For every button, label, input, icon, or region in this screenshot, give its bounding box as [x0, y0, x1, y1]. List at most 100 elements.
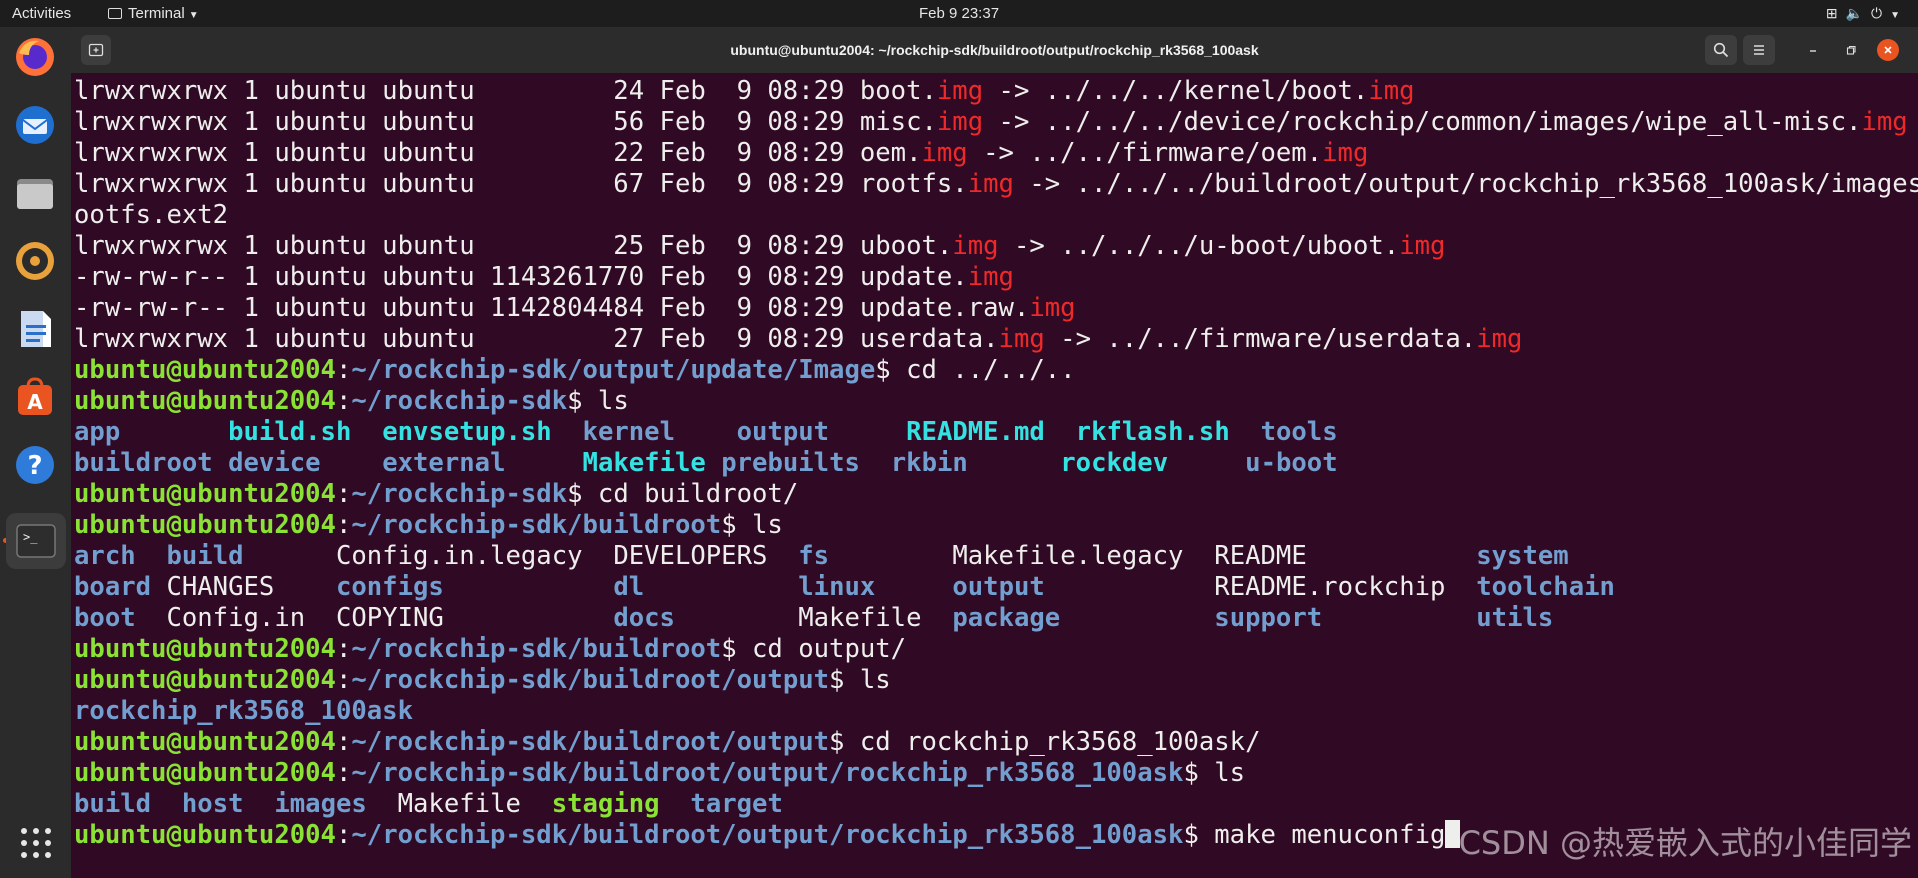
- terminal-text: ubuntu@ubuntu2004: [74, 820, 336, 850]
- terminal-line: lrwxrwxrwx 1 ubuntu ubuntu 25 Feb 9 08:2…: [74, 231, 1918, 262]
- terminal-text: buildroot: [74, 448, 213, 478]
- terminal-text: img: [1322, 138, 1369, 168]
- software-icon[interactable]: A: [11, 373, 59, 421]
- firefox-icon[interactable]: [11, 33, 59, 81]
- terminal-text: $ make menuconfig: [1183, 820, 1446, 850]
- terminal-text: build: [166, 541, 244, 571]
- terminal-text: Config.in.legacy DEVELOPERS: [243, 541, 799, 571]
- terminal-text: ~/rockchip-sdk/buildroot/output/rockchip…: [351, 820, 1184, 850]
- activities-button[interactable]: Activities: [12, 0, 71, 27]
- terminal-text: ubuntu@ubuntu2004: [74, 634, 336, 664]
- terminal-line: lrwxrwxrwx 1 ubuntu ubuntu 22 Feb 9 08:2…: [74, 138, 1918, 169]
- terminal-view[interactable]: lrwxrwxrwx 1 ubuntu ubuntu 24 Feb 9 08:2…: [71, 73, 1918, 878]
- new-tab-button[interactable]: [81, 35, 111, 65]
- terminal-line: lrwxrwxrwx 1 ubuntu ubuntu 67 Feb 9 08:2…: [74, 169, 1918, 200]
- terminal-text: :: [335, 758, 352, 788]
- terminal-small-icon: [108, 8, 122, 19]
- terminal-text: kernel: [582, 417, 675, 447]
- files-icon[interactable]: [11, 169, 59, 217]
- terminal-line: arch build Config.in.legacy DEVELOPERS f…: [74, 541, 1918, 572]
- terminal-text: ubuntu@ubuntu2004: [74, 479, 336, 509]
- terminal-text: -> ../../../kernel/boot.: [983, 76, 1369, 106]
- terminal-text: configs: [335, 572, 444, 602]
- terminal-text: lrwxrwxrwx 1 ubuntu ubuntu 24 Feb 9 08:2…: [74, 76, 937, 106]
- terminal-text: img: [967, 262, 1014, 292]
- terminal-text: lrwxrwxrwx 1 ubuntu ubuntu 22 Feb 9 08:2…: [74, 138, 922, 168]
- app-menu-label: Terminal: [128, 5, 185, 22]
- terminal-line: -rw-rw-r-- 1 ubuntu ubuntu 1143261770 Fe…: [74, 262, 1918, 293]
- app-menu[interactable]: Terminal ▼: [108, 0, 199, 27]
- clock[interactable]: Feb 9 23:37: [919, 5, 999, 22]
- terminal-text: utils: [1476, 603, 1554, 633]
- restore-button[interactable]: [1835, 35, 1867, 65]
- system-menu[interactable]: ⊞🔈⏻▼: [1826, 0, 1908, 27]
- terminal-text: :: [335, 820, 352, 850]
- terminal-text: ubuntu@ubuntu2004: [74, 665, 336, 695]
- terminal-line: buildroot device external Makefile prebu…: [74, 448, 1918, 479]
- terminal-text: img: [1861, 107, 1908, 137]
- close-icon: [1884, 46, 1892, 54]
- chevron-down-icon: ▼: [188, 10, 199, 21]
- terminal-output: lrwxrwxrwx 1 ubuntu ubuntu 24 Feb 9 08:2…: [74, 76, 1918, 851]
- terminal-text: :: [335, 479, 352, 509]
- terminal-text: -> ../../../u-boot/uboot.: [998, 231, 1400, 261]
- close-button[interactable]: [1877, 39, 1899, 61]
- terminal-text: ubuntu@ubuntu2004: [74, 510, 336, 540]
- terminal-text: -> ../../firmware/userdata.: [1044, 324, 1477, 354]
- volume-icon: 🔈: [1845, 5, 1872, 21]
- terminal-line: ubuntu@ubuntu2004:~/rockchip-sdk/buildro…: [74, 727, 1918, 758]
- terminal-text: :: [335, 634, 352, 664]
- terminal-icon[interactable]: >_: [6, 513, 66, 569]
- terminal-text: ~/rockchip-sdk/buildroot/output: [351, 727, 830, 757]
- terminal-text: $ cd ../../..: [875, 355, 1076, 385]
- terminal-line: board CHANGES configs dl linux output RE…: [74, 572, 1918, 603]
- terminal-text: prebuilts: [721, 448, 860, 478]
- terminal-text: lrwxrwxrwx 1 ubuntu ubuntu 25 Feb 9 08:2…: [74, 231, 953, 261]
- terminal-text: README.md: [906, 417, 1045, 447]
- menu-button[interactable]: [1743, 35, 1775, 65]
- rhythmbox-icon[interactable]: [11, 237, 59, 285]
- terminal-text: img: [952, 231, 999, 261]
- terminal-text: ~/rockchip-sdk: [351, 386, 568, 416]
- network-icon: ⊞: [1825, 5, 1846, 21]
- terminal-text: -rw-rw-r-- 1 ubuntu ubuntu 1143261770 Fe…: [74, 262, 968, 292]
- help-icon[interactable]: ?: [11, 441, 59, 489]
- terminal-text: $ ls: [1183, 758, 1246, 788]
- terminal-line: ubuntu@ubuntu2004:~/rockchip-sdk$ ls: [74, 386, 1918, 417]
- dock: A ? >_: [0, 27, 71, 878]
- show-applications-icon[interactable]: [20, 827, 52, 864]
- terminal-text: README.rockchip: [1044, 572, 1477, 602]
- terminal-text: build.sh: [228, 417, 352, 447]
- terminal-line: app build.sh envsetup.sh kernel output R…: [74, 417, 1918, 448]
- terminal-line: ubuntu@ubuntu2004:~/rockchip-sdk/buildro…: [74, 758, 1918, 789]
- top-bar: Activities Terminal ▼ Feb 9 23:37 ⊞🔈⏻▼: [0, 0, 1918, 27]
- terminal-text: img: [1029, 293, 1076, 323]
- terminal-line: ubuntu@ubuntu2004:~/rockchip-sdk/buildro…: [74, 634, 1918, 665]
- search-button[interactable]: [1705, 35, 1737, 65]
- terminal-text: img: [967, 169, 1014, 199]
- terminal-text: rkflash.sh: [1075, 417, 1230, 447]
- terminal-text: Makefile: [582, 448, 706, 478]
- terminal-text: output: [952, 572, 1045, 602]
- terminal-text: lrwxrwxrwx 1 ubuntu ubuntu 67 Feb 9 08:2…: [74, 169, 968, 199]
- thunderbird-icon[interactable]: [11, 101, 59, 149]
- writer-icon[interactable]: [11, 305, 59, 353]
- terminal-text: output: [736, 417, 830, 447]
- terminal-line: lrwxrwxrwx 1 ubuntu ubuntu 24 Feb 9 08:2…: [74, 76, 1918, 107]
- terminal-text: staging: [551, 789, 660, 819]
- minimize-button[interactable]: [1797, 35, 1829, 65]
